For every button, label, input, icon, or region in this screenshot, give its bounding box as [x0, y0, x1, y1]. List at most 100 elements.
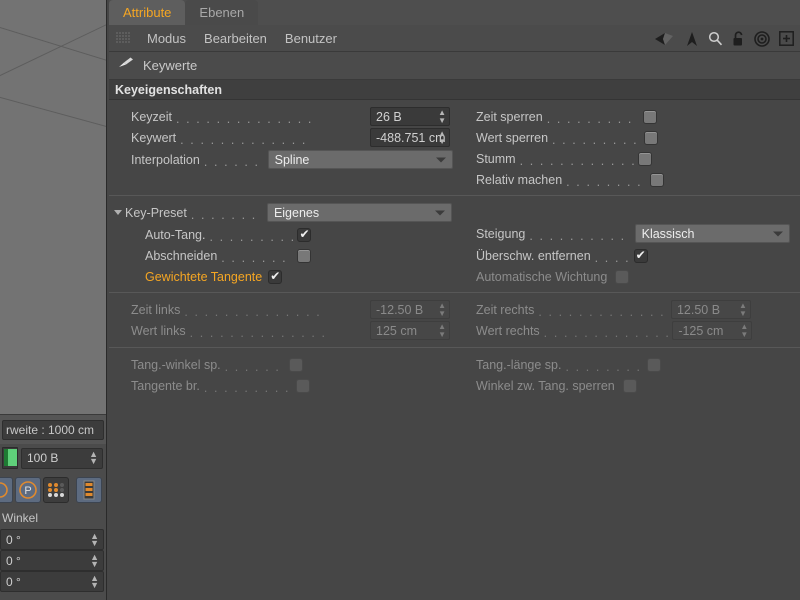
- dot-leader: . . . . . . . . . . . . . .: [184, 305, 366, 319]
- focal-length-readout: rweite : 1000 cm: [0, 414, 106, 444]
- spinner-arrows[interactable]: ▲▼: [90, 554, 99, 568]
- keyzeit-field[interactable]: 26 B ▲▼: [370, 107, 450, 126]
- angle-p-field[interactable]: 0 ° ▲▼: [0, 550, 104, 571]
- key-icon: [117, 56, 135, 75]
- group-header-keyeigenschaften[interactable]: Keyeigenschaften: [109, 80, 800, 100]
- row-zeit-links: Zeit links . . . . . . . . . . . . . . -…: [109, 299, 456, 320]
- record-autokey-icon[interactable]: [0, 477, 13, 503]
- plus-icon[interactable]: [779, 31, 794, 46]
- label-keyzeit: Keyzeit: [109, 110, 172, 124]
- steigung-dropdown[interactable]: Klassisch: [635, 224, 790, 243]
- label-tang-laenge-sp: Tang.-länge sp.: [456, 358, 561, 372]
- section-tangent-locks: Tang.-winkel sp. . . . . . . Tangente br…: [109, 347, 800, 402]
- frame-field[interactable]: 100 B ▲▼: [21, 448, 103, 469]
- row-tangente-br: Tangente br. . . . . . . . . . .: [109, 375, 456, 396]
- column-left: Tang.-winkel sp. . . . . . . Tangente br…: [109, 354, 456, 396]
- chevron-down-icon: [436, 157, 446, 162]
- row-wert-rechts: Wert rechts . . . . . . . . . . . . . . …: [456, 320, 796, 341]
- keywert-field[interactable]: -488.751 cm ▲▼: [370, 128, 450, 147]
- key-preset-dropdown[interactable]: Eigenes: [267, 203, 452, 222]
- menu-item-bearbeiten[interactable]: Bearbeiten: [195, 25, 276, 52]
- label-steigung: Steigung: [456, 227, 525, 241]
- label-relativ-machen: Relativ machen: [456, 173, 562, 187]
- grip-dots-icon[interactable]: [116, 32, 130, 44]
- viewport-3d[interactable]: [0, 0, 106, 414]
- menu-item-benutzer[interactable]: Benutzer: [276, 25, 346, 52]
- spinner-arrows[interactable]: ▲▼: [438, 109, 446, 125]
- column-right: Zeit sperren . . . . . . . . . . . Wert …: [456, 106, 796, 190]
- menu-bar-icons: [654, 25, 794, 52]
- checkbox-gewichtete-tangente[interactable]: ✔: [268, 270, 282, 284]
- spinner-arrows[interactable]: ▲▼: [90, 575, 99, 589]
- row-wert-links: Wert links . . . . . . . . . . . . . . 1…: [109, 320, 456, 341]
- interpolation-dropdown[interactable]: Spline: [268, 150, 453, 169]
- unlock-icon[interactable]: [732, 31, 745, 47]
- row-keywert: Keywert . . . . . . . . . . . . . -488.7…: [109, 127, 456, 148]
- checkbox-stumm[interactable]: [638, 152, 652, 166]
- tab-ebenen[interactable]: Ebenen: [185, 0, 258, 25]
- spinner-arrows: ▲▼: [739, 302, 747, 318]
- angle-panel-header: Winkel: [0, 507, 106, 529]
- chevron-down-icon[interactable]: [114, 210, 122, 215]
- object-header: Keywerte: [109, 52, 800, 80]
- label-tangente-br: Tangente br.: [109, 379, 200, 393]
- row-steigung: Steigung . . . . . . . . . . . . . Klass…: [456, 222, 796, 245]
- row-auto-tang: Auto-Tang. . . . . . . . . . ✔: [109, 224, 456, 245]
- menu-bar: Modus Bearbeiten Benutzer: [109, 25, 800, 52]
- section-keyeigenschaften: Keyzeit . . . . . . . . . . . . . . 26 B…: [109, 100, 800, 195]
- timeline-frame-bar[interactable]: 100 B ▲▼: [0, 444, 106, 472]
- row-key-preset: Key-Preset . . . . . . . . . . . Eigenes: [109, 201, 456, 224]
- tab-attribute[interactable]: Attribute: [109, 0, 185, 25]
- row-tang-winkel-sp: Tang.-winkel sp. . . . . . .: [109, 354, 456, 375]
- row-gewichtete-tangente: Gewichtete Tangente ✔: [109, 266, 456, 287]
- row-interpolation: Interpolation . . . . . . . . . . . Spli…: [109, 148, 456, 171]
- animation-toolbar[interactable]: P: [0, 472, 106, 507]
- row-stumm: Stumm . . . . . . . . . . . . . .: [456, 148, 796, 169]
- row-ueberschw-entfernen: Überschw. entfernen . . . . ✔: [456, 245, 796, 266]
- dot-leader: . . . . . . . . . . . . . .: [538, 305, 667, 319]
- label-wert-sperren: Wert sperren: [456, 131, 548, 145]
- search-icon[interactable]: [708, 31, 723, 46]
- spinner-arrows: ▲▼: [438, 323, 446, 339]
- checkbox-zeit-sperren[interactable]: [643, 110, 657, 124]
- dot-leader: . . . . . . . . . . .: [547, 112, 639, 126]
- wert-rechts-field: -125 cm ▲▼: [672, 321, 752, 340]
- section-tangent-values: Zeit links . . . . . . . . . . . . . . -…: [109, 292, 800, 347]
- label-winkel-zw-tang-sperren: Winkel zw. Tang. sperren: [456, 379, 615, 393]
- menu-item-modus[interactable]: Modus: [138, 25, 195, 52]
- checkbox-auto-tang[interactable]: ✔: [297, 228, 311, 242]
- angle-b-field[interactable]: 0 ° ▲▼: [0, 571, 104, 592]
- checkbox-abschneiden[interactable]: [297, 249, 311, 263]
- zeit-links-field: -12.50 B ▲▼: [370, 300, 450, 319]
- back-arrow-icon[interactable]: [654, 32, 676, 46]
- parametric-key-icon[interactable]: P: [15, 477, 41, 503]
- label-zeit-sperren: Zeit sperren: [456, 110, 543, 124]
- keyframe-strip-icon[interactable]: [76, 477, 102, 503]
- checkbox-wert-sperren[interactable]: [644, 131, 658, 145]
- spinner-arrows[interactable]: ▲▼: [438, 130, 446, 146]
- dot-leader: . . . . . . . . .: [565, 360, 643, 374]
- checkbox-tangente-br: [296, 379, 310, 393]
- green-range-bar-icon: [2, 447, 18, 469]
- key-dots-icon[interactable]: [43, 477, 69, 503]
- angle-row: 0 ° ▲▼: [0, 529, 106, 550]
- dot-leader: . . . . . . . . . . . . .: [180, 133, 366, 147]
- tab-strip: Attribute Ebenen: [109, 0, 800, 25]
- spinner-arrows: ▲▼: [740, 323, 748, 339]
- checkbox-relativ-machen[interactable]: [650, 173, 664, 187]
- angle-h-field[interactable]: 0 ° ▲▼: [0, 529, 104, 550]
- spinner-arrows: ▲▼: [438, 302, 446, 318]
- attribute-body: Keyeigenschaften Keyzeit . . . . . . . .…: [109, 80, 800, 600]
- checkbox-ueberschw-entfernen[interactable]: ✔: [634, 249, 648, 263]
- row-keyzeit: Keyzeit . . . . . . . . . . . . . . 26 B…: [109, 106, 456, 127]
- target-icon[interactable]: [754, 31, 770, 47]
- checkbox-winkel-zw-tang-sperren: [623, 379, 637, 393]
- angle-row: 0 ° ▲▼: [0, 571, 106, 592]
- viewport-grid-lines: [0, 0, 106, 414]
- label-wert-links: Wert links: [109, 324, 186, 338]
- spinner-arrows[interactable]: ▲▼: [90, 533, 99, 547]
- row-abschneiden: Abschneiden . . . . . . .: [109, 245, 456, 266]
- up-arrow-icon[interactable]: [685, 31, 699, 47]
- row-winkel-zw-tang-sperren: Winkel zw. Tang. sperren: [456, 375, 796, 396]
- spinner-arrows[interactable]: ▲▼: [89, 451, 98, 465]
